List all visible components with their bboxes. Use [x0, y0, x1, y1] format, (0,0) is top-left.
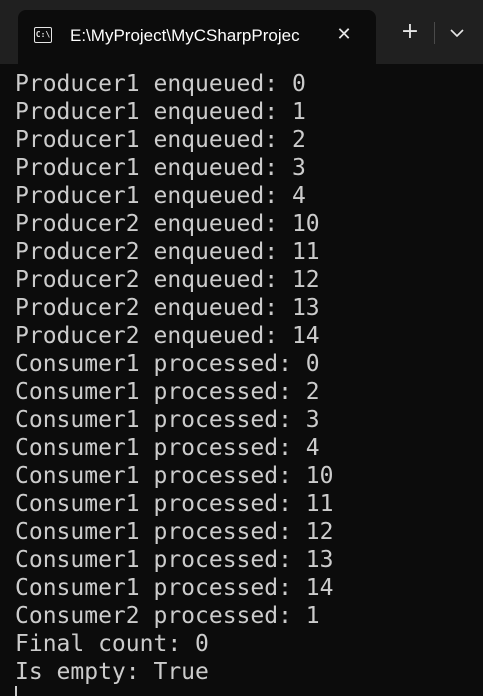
console-line: Producer1 enqueued: 0	[15, 71, 306, 97]
console-icon: C:\	[34, 27, 52, 43]
console-line: Producer1 enqueued: 3	[15, 155, 306, 181]
console-line: Producer2 enqueued: 12	[15, 267, 320, 293]
text-cursor	[15, 686, 17, 696]
tab-title: E:\MyProject\MyCSharpProjec	[70, 26, 300, 45]
tab-terminal[interactable]: C:\ E:\MyProject\MyCSharpProjec ✕	[18, 10, 376, 64]
plus-icon: +	[400, 19, 420, 44]
console-line: Consumer2 processed: 1	[15, 603, 320, 629]
new-tab-button[interactable]: +	[395, 18, 425, 48]
terminal-window: C:\ E:\MyProject\MyCSharpProjec ✕ + Prod…	[0, 0, 483, 696]
console-line: Consumer1 processed: 13	[15, 547, 334, 573]
console-line: Consumer1 processed: 2	[15, 379, 320, 405]
tab-separator	[434, 22, 435, 44]
console-line: Consumer1 processed: 12	[15, 519, 334, 545]
dropdown-button[interactable]	[442, 18, 472, 48]
console-line: Consumer1 processed: 4	[15, 435, 320, 461]
console-line: Producer1 enqueued: 1	[15, 99, 306, 125]
console-line: Consumer1 processed: 3	[15, 407, 320, 433]
console-line: Producer1 enqueued: 4	[15, 183, 306, 209]
console-line: Consumer1 processed: 0	[15, 351, 320, 377]
close-icon[interactable]: ✕	[332, 23, 356, 47]
console-line: Producer2 enqueued: 10	[15, 211, 320, 237]
console-line: Producer2 enqueued: 11	[15, 239, 320, 265]
console-output[interactable]: Producer1 enqueued: 0 Producer1 enqueued…	[0, 64, 483, 696]
console-line: Producer1 enqueued: 2	[15, 127, 306, 153]
console-line: Final count: 0	[15, 631, 209, 657]
console-line: Is empty: True	[15, 659, 209, 685]
console-line: Producer2 enqueued: 13	[15, 295, 320, 321]
console-line: Consumer1 processed: 10	[15, 463, 334, 489]
console-line: Producer2 enqueued: 14	[15, 323, 320, 349]
console-line: Consumer1 processed: 14	[15, 575, 334, 601]
console-line: Consumer1 processed: 11	[15, 491, 334, 517]
chevron-down-icon	[450, 29, 464, 37]
tab-bar: C:\ E:\MyProject\MyCSharpProjec ✕ +	[0, 0, 483, 64]
